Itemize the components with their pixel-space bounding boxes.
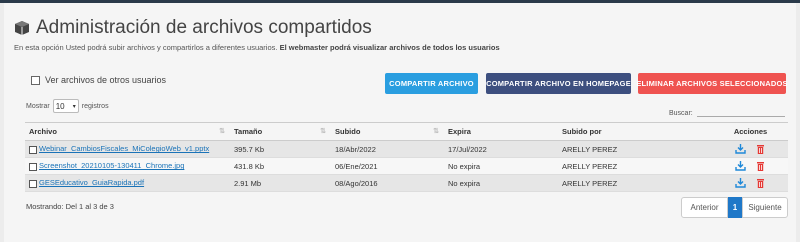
column-header-file[interactable]: Archivo ⇅: [25, 122, 230, 141]
files-table: Archivo ⇅ Tamaño ⇅ Subido ⇅ Expira Subido p…: [25, 122, 788, 192]
expires-cell: 17/Jul/2022: [444, 140, 558, 158]
box-icon: [15, 21, 29, 35]
length-suffix: registros: [81, 102, 109, 110]
subtitle-bold-text: El webmaster podrá visualizar archivos d…: [279, 43, 500, 52]
file-cell: Webinar_CambiosFiscales_MiColegioWeb_v1.…: [25, 140, 230, 158]
search-label: Buscar:: [669, 110, 693, 117]
row-checkbox[interactable]: [29, 145, 37, 154]
other-users-label: Ver archivos de otros usuarios: [45, 75, 167, 85]
trash-icon[interactable]: [755, 161, 766, 171]
page-title: Administración de archivos compartidos: [14, 17, 372, 39]
uploaded-cell: 18/Abr/2022: [331, 140, 444, 158]
pagination-page-1[interactable]: 1: [728, 197, 742, 218]
size-cell: 395.7 Kb: [230, 140, 331, 158]
column-header-size[interactable]: Tamaño ⇅: [230, 122, 331, 141]
share-homepage-button[interactable]: COMPARTIR ARCHIVO EN HOMEPAGE: [486, 73, 631, 94]
download-icon[interactable]: [735, 144, 747, 154]
trash-icon[interactable]: [755, 144, 766, 154]
search-input[interactable]: [696, 104, 785, 117]
length-value: 10: [55, 101, 65, 111]
page-title-text: Administración de archivos compartidos: [36, 17, 372, 38]
download-icon[interactable]: [735, 178, 747, 188]
uploaded-cell: 08/Ago/2016: [331, 174, 444, 192]
column-header-uploaded[interactable]: Subido ⇅: [331, 122, 444, 141]
size-cell: 2.91 Mb: [230, 174, 331, 192]
download-icon[interactable]: [735, 161, 747, 171]
column-header-uploaded-by: Subido por: [558, 122, 713, 141]
uploaded-by-cell: ARELLY PEREZ: [558, 140, 713, 158]
share-file-button[interactable]: COMPARTIR ARCHIVO: [385, 73, 478, 94]
uploaded-by-cell: ARELLY PEREZ: [558, 174, 713, 192]
length-prefix: Mostrar: [26, 102, 50, 110]
sort-icon: ⇅: [219, 128, 225, 135]
actions-cell: [713, 174, 788, 192]
sort-icon: ⇅: [320, 128, 326, 135]
file-link[interactable]: GESEducativo_GuiaRapida.pdf: [39, 178, 144, 187]
chevron-down-icon: ▾: [72, 103, 76, 110]
uploaded-by-cell: ARELLY PEREZ: [558, 157, 713, 175]
file-cell: GESEducativo_GuiaRapida.pdf: [25, 174, 230, 192]
table-row: Webinar_CambiosFiscales_MiColegioWeb_v1.…: [25, 140, 788, 158]
pagination: Anterior 1 Siguiente: [681, 197, 788, 218]
file-cell: Screenshot_20210105-130411_Chrome.jpg: [25, 157, 230, 175]
trash-icon[interactable]: [755, 178, 766, 188]
size-cell: 431.8 Kb: [230, 157, 331, 175]
expires-cell: No expira: [444, 157, 558, 175]
delete-selected-button[interactable]: ELIMINAR ARCHIVOS SELECCIONADOS: [636, 73, 787, 94]
pagination-previous[interactable]: Anterior: [681, 197, 728, 218]
table-info: Mostrando: Del 1 al 3 de 3: [26, 202, 114, 211]
row-checkbox[interactable]: [29, 179, 37, 188]
file-link[interactable]: Webinar_CambiosFiscales_MiColegioWeb_v1.…: [39, 144, 209, 153]
length-menu: Mostrar 10 ▾ registros: [26, 99, 109, 113]
file-link[interactable]: Screenshot_20210105-130411_Chrome.jpg: [39, 161, 184, 170]
row-checkbox[interactable]: [29, 162, 37, 171]
page-subtitle: En esta opción Usted podrá subir archivo…: [14, 43, 500, 52]
table-row: GESEducativo_GuiaRapida.pdf 2.91 Mb 08/A…: [25, 174, 788, 192]
subtitle-text: En esta opción Usted podrá subir archivo…: [14, 43, 278, 52]
actions-cell: [713, 157, 788, 175]
expires-cell: No expira: [444, 174, 558, 192]
column-header-expires: Expira: [444, 122, 558, 141]
other-users-checkbox[interactable]: [31, 75, 40, 85]
column-header-actions: Acciones: [713, 122, 788, 141]
uploaded-cell: 06/Ene/2021: [331, 157, 444, 175]
search-box: Buscar:: [669, 104, 785, 117]
pagination-next[interactable]: Siguiente: [742, 197, 788, 218]
table-row: Screenshot_20210105-130411_Chrome.jpg 43…: [25, 157, 788, 175]
main-panel: Administración de archivos compartidos E…: [4, 3, 796, 242]
sort-icon: ⇅: [433, 128, 439, 135]
actions-cell: [713, 140, 788, 158]
table-header-row: Archivo ⇅ Tamaño ⇅ Subido ⇅ Expira Subido p…: [25, 122, 788, 141]
other-users-filter[interactable]: Ver archivos de otros usuarios: [31, 75, 166, 85]
length-select[interactable]: 10 ▾: [52, 99, 79, 113]
